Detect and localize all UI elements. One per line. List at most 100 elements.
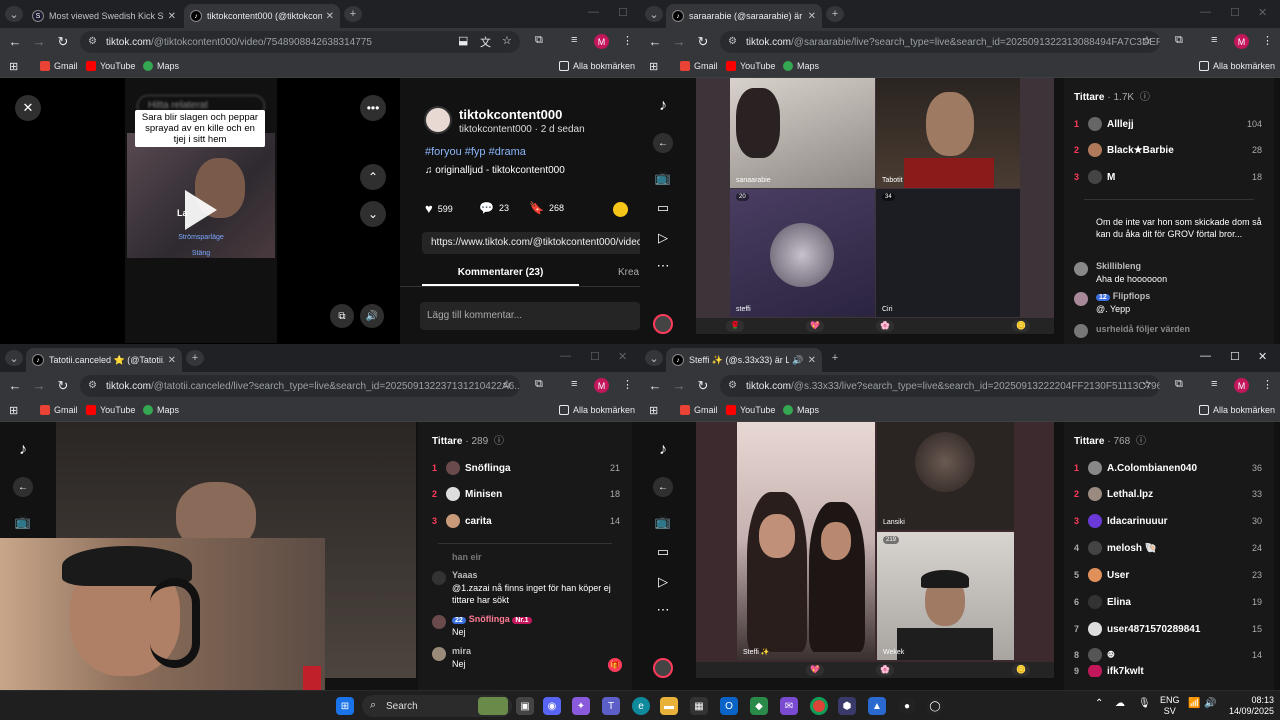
address-bar[interactable]: ⚙ tiktok.com/@tatotii.canceled/live?sear… [80, 375, 520, 397]
bookmark-gmail[interactable]: Gmail [680, 405, 718, 415]
copilot-icon[interactable]: ✦ [572, 697, 590, 715]
teams-icon[interactable]: T [602, 697, 620, 715]
gift-icon[interactable]: 🎁 [608, 658, 622, 672]
forward-icon[interactable]: → [31, 378, 47, 393]
back-circle-icon[interactable]: ← [653, 477, 673, 497]
bookmark-maps[interactable]: Maps [783, 61, 819, 71]
viewer-row[interactable]: 6 Elina 19 [1074, 592, 1262, 612]
maximize-icon[interactable]: ☐ [618, 6, 628, 19]
tab-comments[interactable]: Kommentarer (23) [422, 267, 579, 286]
more-dots-icon[interactable]: ⋯ [653, 600, 673, 620]
info-icon[interactable]: ⓘ [1133, 436, 1146, 447]
tab-tiktok-video[interactable]: ♪ tiktokcontent000 (@tiktokcont ✕ [184, 4, 340, 28]
gift-coin-icon[interactable]: 🪙 [1012, 320, 1030, 332]
more-dots-icon[interactable]: ⋯ [653, 256, 673, 276]
viewer-row[interactable]: 3 Idacarinuuur 30 [1074, 511, 1262, 531]
viewer-row[interactable]: 1 A.Colombianen040 36 [1074, 458, 1262, 478]
live-cell-guest-1[interactable]: Lansiki [877, 422, 1014, 530]
tab-steffi-live[interactable]: ♪ Steffi ✨ (@s.33x33) är LIVE 🔊 ✕ [666, 348, 822, 372]
viewer-row[interactable]: 1 Alllejj 104 [1074, 114, 1262, 134]
comment-input[interactable]: Lägg till kommentar... [420, 302, 640, 330]
back-icon[interactable]: ← [7, 378, 23, 393]
wifi-icon[interactable]: 📶 [1188, 698, 1200, 709]
power-save-link[interactable]: Strömsparläge [125, 234, 277, 241]
minimize-icon[interactable]: — [1200, 6, 1211, 18]
address-bar[interactable]: ⚙ tiktok.com/@saraarabie/live?search_typ… [720, 31, 1160, 53]
tiktok-logo-icon[interactable]: ♪ [653, 440, 673, 460]
profile-avatar[interactable]: M [594, 378, 609, 393]
previous-video-button[interactable]: ⌃ [360, 164, 386, 190]
viewer-row[interactable]: 4 melosh 🐚 24 [1074, 538, 1262, 558]
maximize-icon[interactable]: ☐ [1230, 6, 1240, 19]
live-tv-icon[interactable]: 📺 [13, 512, 33, 532]
back-icon[interactable]: ← [647, 378, 663, 393]
extensions-icon[interactable]: ⧉ [535, 378, 543, 391]
viewer-row[interactable]: 2 Lethal.lpz 33 [1074, 484, 1262, 504]
viewer-row[interactable]: 1 Snöflinga 21 [432, 458, 620, 478]
live-avatar-icon[interactable] [653, 314, 673, 334]
tiktok-logo-icon[interactable]: ♪ [653, 96, 673, 116]
video-player[interactable]: Hitta relaterat Sara blir slagen och pep… [125, 78, 277, 343]
share-coin-icon[interactable] [613, 202, 628, 217]
reload-icon[interactable]: ↻ [695, 378, 711, 394]
all-bookmarks[interactable]: Alla bokmärken [559, 61, 635, 71]
extensions-icon[interactable]: ⧉ [535, 34, 543, 47]
extensions-icon[interactable]: ⧉ [1175, 378, 1183, 391]
close-tab-icon[interactable]: ✕ [808, 11, 816, 22]
site-info-icon[interactable]: ⚙ [728, 380, 737, 391]
extensions-icon[interactable]: ⧉ [1175, 34, 1183, 47]
microphone-icon[interactable]: 🎙 [1138, 698, 1151, 709]
media-control-icon[interactable]: ≡ [1211, 34, 1217, 46]
viewer-row[interactable]: 9 ifk7kwlt [1074, 665, 1262, 677]
gift-coin-icon[interactable]: 🪙 [1012, 664, 1030, 676]
video-camera-icon[interactable]: ▭ [653, 542, 673, 562]
reload-icon[interactable]: ↻ [55, 378, 71, 394]
translate-icon[interactable]: 文 [480, 34, 491, 50]
close-tab-icon[interactable]: ✕ [168, 355, 176, 366]
address-bar[interactable]: ⚙ tiktok.com/@tiktokcontent000/video/754… [80, 31, 520, 53]
info-icon[interactable]: ⓘ [1137, 92, 1150, 103]
video-camera-icon[interactable]: ▭ [653, 198, 673, 218]
viewer-row[interactable]: 5 User 23 [1074, 565, 1262, 585]
minimize-icon[interactable]: — [560, 350, 571, 362]
minimize-icon[interactable]: — [588, 6, 599, 18]
menu-icon[interactable]: ⋮ [1262, 34, 1273, 47]
volume-icon[interactable]: 🔊 [1204, 698, 1216, 709]
app-shield-icon[interactable]: ⬢ [838, 697, 856, 715]
clock[interactable]: 08:13 14/09/2025 [1226, 695, 1274, 717]
messenger-icon[interactable]: ✉ [780, 697, 798, 715]
tab-creators[interactable]: Krea [618, 267, 639, 278]
live-cell-guest-2[interactable]: 219 Wekek [877, 532, 1014, 660]
profile-avatar[interactable]: M [1234, 34, 1249, 49]
live-cell-host[interactable]: Steffi ✨ [737, 422, 875, 660]
language-indicator[interactable]: ENG SV [1160, 695, 1180, 717]
live-cell-guest-1[interactable]: Tabotit [876, 78, 1020, 188]
viewer-row[interactable]: 8 ꔮ 14 [1074, 645, 1262, 665]
forward-icon[interactable]: → [31, 34, 47, 49]
start-windows-icon[interactable]: ⊞ [336, 697, 354, 715]
live-tv-icon[interactable]: 📺 [653, 168, 673, 188]
viewer-row[interactable]: 2 Black★Barbie 28 [1074, 140, 1262, 160]
author-avatar[interactable] [424, 106, 452, 134]
close-tab-icon[interactable]: ✕ [808, 355, 816, 366]
viewer-row[interactable]: 3 carita 14 [432, 511, 620, 531]
reload-icon[interactable]: ↻ [55, 34, 71, 50]
menu-icon[interactable]: ⋮ [622, 34, 633, 47]
apps-grid-icon[interactable]: ⊞ [9, 404, 18, 417]
close-video-button[interactable]: ✕ [15, 95, 41, 121]
viewer-row[interactable]: 3 M 18 [1074, 167, 1262, 187]
profile-avatar[interactable]: M [594, 34, 609, 49]
speaker-icon[interactable]: 🔊 [792, 355, 803, 366]
volume-button[interactable]: 🔊 [360, 304, 384, 328]
tab-tatotii-live[interactable]: ♪ Tatotii.canceled ⭐ (@Tatotii.ca ✕ [26, 348, 182, 372]
forward-icon[interactable]: → [671, 34, 687, 49]
photos-icon[interactable]: ▲ [868, 697, 886, 715]
tab-search-button[interactable]: ⌄ [645, 350, 663, 366]
reload-icon[interactable]: ↻ [695, 34, 711, 50]
forward-icon[interactable]: → [671, 378, 687, 393]
tab-kick-streams[interactable]: S Most viewed Swedish Kick Strea ✕ [26, 4, 182, 28]
cloud-icon[interactable]: ☁ [1115, 698, 1125, 709]
hashtags[interactable]: #foryou #fyp #drama [425, 146, 526, 158]
media-control-icon[interactable]: ≡ [1211, 378, 1217, 390]
bookmark-youtube[interactable]: YouTube [726, 61, 775, 71]
